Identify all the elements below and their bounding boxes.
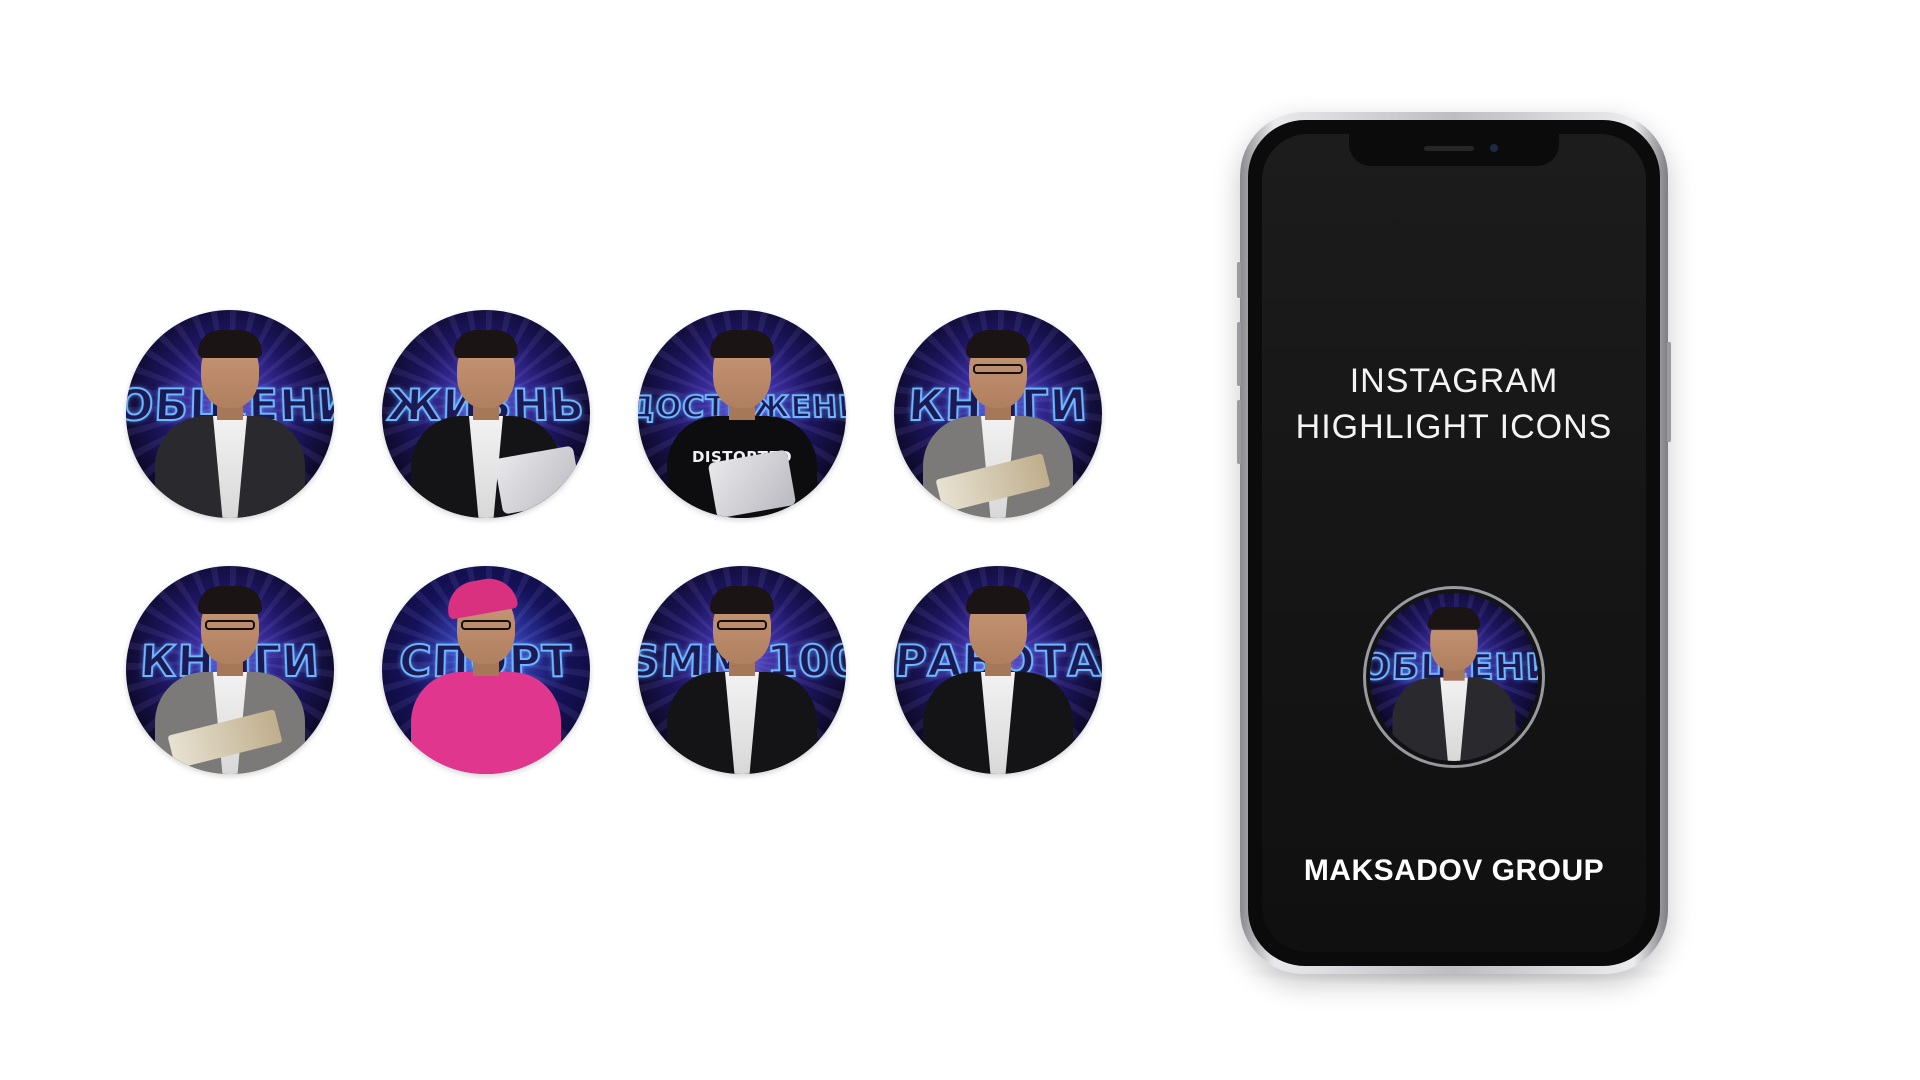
- title-line-1: INSTAGRAM: [1349, 362, 1559, 400]
- highlight-icon-smm[interactable]: SMM 100: [638, 566, 846, 774]
- person-portrait: [155, 328, 305, 518]
- highlight-icon-sport[interactable]: СПОРТ: [382, 566, 590, 774]
- volume-down-button: [1237, 400, 1241, 464]
- highlight-preview-icon: ОБЩЕНИЕ: [1370, 593, 1538, 761]
- glasses-icon: [205, 620, 255, 630]
- glasses-icon: [973, 364, 1023, 374]
- highlight-icon-zhizn[interactable]: ЖИЗНЬ: [382, 310, 590, 518]
- person-portrait: [667, 584, 817, 774]
- hair: [710, 586, 774, 614]
- highlight-icon-obshchenie[interactable]: ОБЩЕНИЕ: [126, 310, 334, 518]
- phone-screen: INSTAGRAM HIGHLIGHT ICONS ОБЩЕНИЕ: [1262, 134, 1646, 952]
- highlight-preview-ring[interactable]: ОБЩЕНИЕ: [1363, 586, 1545, 768]
- person-portrait: [1392, 605, 1516, 761]
- phone-notch: [1349, 134, 1559, 166]
- mute-switch: [1237, 262, 1241, 298]
- highlight-icon-knigi-2[interactable]: КНИГИ: [126, 566, 334, 774]
- pink-shirt: [411, 672, 561, 774]
- speaker-grille: [1424, 146, 1474, 151]
- hair: [454, 330, 518, 358]
- phone-bezel: INSTAGRAM HIGHLIGHT ICONS ОБЩЕНИЕ: [1248, 120, 1660, 966]
- front-camera-icon: [1490, 144, 1498, 152]
- glasses-icon: [461, 620, 511, 630]
- highlight-icons-grid: ОБЩЕНИЕ ЖИЗНЬ ДОС: [126, 310, 1106, 774]
- phone-title: INSTAGRAM HIGHLIGHT ICONS: [1262, 358, 1646, 450]
- power-button: [1667, 342, 1671, 442]
- hair: [198, 330, 262, 358]
- title-line-2: HIGHLIGHT ICONS: [1295, 408, 1613, 446]
- brand-name: MAKSADOV GROUP: [1303, 854, 1605, 887]
- hair: [198, 586, 262, 614]
- volume-up-button: [1237, 322, 1241, 386]
- hair: [1427, 606, 1481, 630]
- person-portrait: [923, 584, 1073, 774]
- hair: [966, 586, 1030, 614]
- hair: [710, 330, 774, 358]
- highlight-icon-dostizheniya[interactable]: ДОСТИЖЕНИЯ DISTORTED: [638, 310, 846, 518]
- hair: [966, 330, 1030, 358]
- highlight-icon-rabota[interactable]: РАБОТА: [894, 566, 1102, 774]
- glasses-icon: [717, 620, 767, 630]
- presentation-stage: ОБЩЕНИЕ ЖИЗНЬ ДОС: [0, 0, 1920, 1080]
- phone-mockup: INSTAGRAM HIGHLIGHT ICONS ОБЩЕНИЕ: [1237, 112, 1671, 974]
- highlight-icon-knigi[interactable]: КНИГИ: [894, 310, 1102, 518]
- person-portrait: [411, 574, 561, 774]
